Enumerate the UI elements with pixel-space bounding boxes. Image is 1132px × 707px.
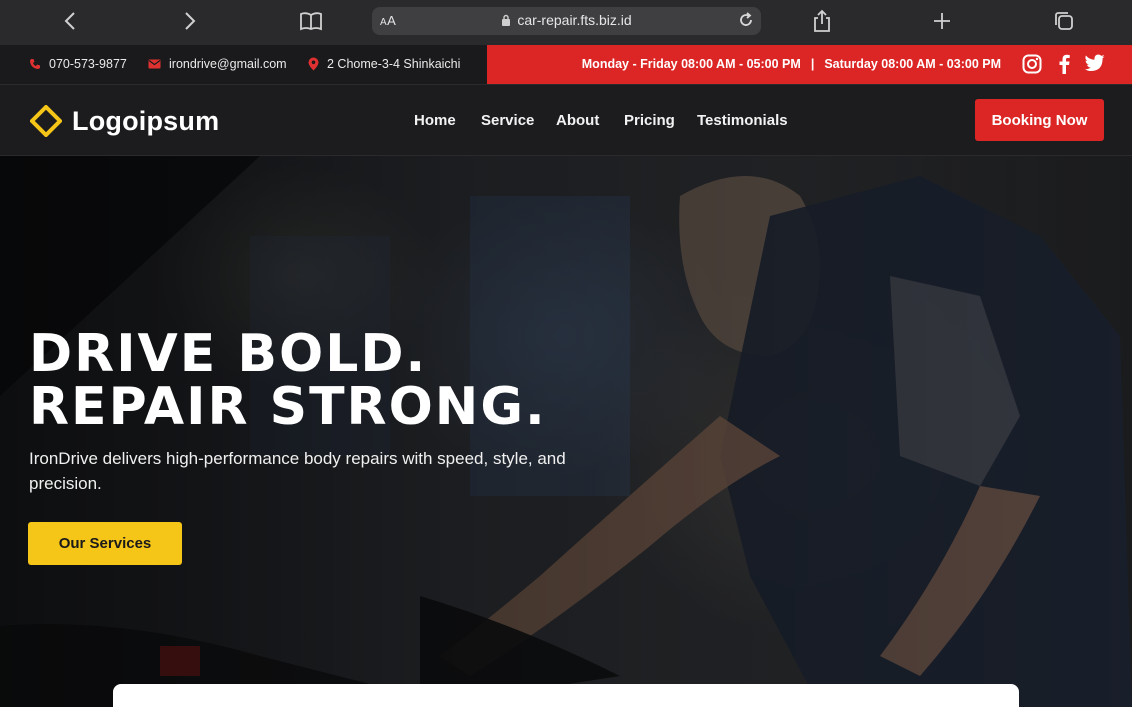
nav-link-home[interactable]: Home (414, 112, 456, 129)
booking-now-button[interactable]: Booking Now (975, 99, 1104, 141)
address-bar[interactable]: AA car-repair.fts.biz.id (372, 7, 761, 35)
street-address: 2 Chome-3-4 Shinkaichi (327, 57, 461, 71)
new-tab-icon[interactable] (930, 0, 954, 42)
twitter-icon[interactable] (1085, 54, 1105, 72)
logo-text: Logoipsum (72, 105, 220, 136)
hero-section: DRIVE BOLD. REPAIR STRONG. IronDrive del… (0, 156, 1132, 707)
browser-toolbar: AA car-repair.fts.biz.id (0, 0, 1132, 45)
opening-hours-band: Monday - Friday 08:00 AM - 05:00 PM | Satu… (487, 45, 1132, 84)
address-info[interactable]: 2 Chome-3-4 Shinkaichi (308, 57, 460, 71)
bookmarks-icon[interactable] (298, 0, 324, 42)
nav-link-testimonials[interactable]: Testimonials (697, 112, 788, 129)
phone-info[interactable]: 070-573-9877 (29, 57, 127, 71)
email-info[interactable]: irondrive@gmail.com (148, 57, 287, 71)
logo-diamond-icon (30, 105, 62, 137)
reload-icon[interactable] (737, 11, 755, 29)
facebook-icon[interactable] (1058, 54, 1070, 74)
email-address: irondrive@gmail.com (169, 57, 287, 71)
nav-link-pricing[interactable]: Pricing (624, 112, 675, 129)
nav-link-about[interactable]: About (556, 112, 599, 129)
contact-info-bar: 070-573-9877 irondrive@gmail.com 2 Chome… (0, 45, 1132, 84)
phone-icon (30, 59, 40, 69)
tabs-icon[interactable] (1052, 0, 1076, 42)
main-navigation: Logoipsum Home Service About Pricing Tes… (0, 84, 1132, 156)
site-logo[interactable]: Logoipsum (30, 105, 219, 137)
back-icon[interactable] (58, 0, 82, 42)
opening-hours: Monday - Friday 08:00 AM - 05:00 PM | Satu… (581, 57, 1001, 71)
email-icon (148, 59, 161, 69)
forward-icon[interactable] (178, 0, 202, 42)
hero-subtitle: IronDrive delivers high-performance body… (29, 449, 566, 493)
nav-link-service[interactable]: Service (481, 112, 534, 129)
location-pin-icon (308, 57, 319, 71)
share-icon[interactable] (810, 0, 834, 42)
features-card (113, 684, 1019, 707)
url-text: car-repair.fts.biz.id (517, 12, 632, 28)
lock-icon (502, 14, 511, 26)
hero-headline: DRIVE BOLD. REPAIR STRONG. (29, 324, 547, 437)
phone-number: 070-573-9877 (49, 57, 127, 71)
our-services-button[interactable]: Our Services (28, 522, 182, 565)
instagram-icon[interactable] (1022, 54, 1042, 74)
